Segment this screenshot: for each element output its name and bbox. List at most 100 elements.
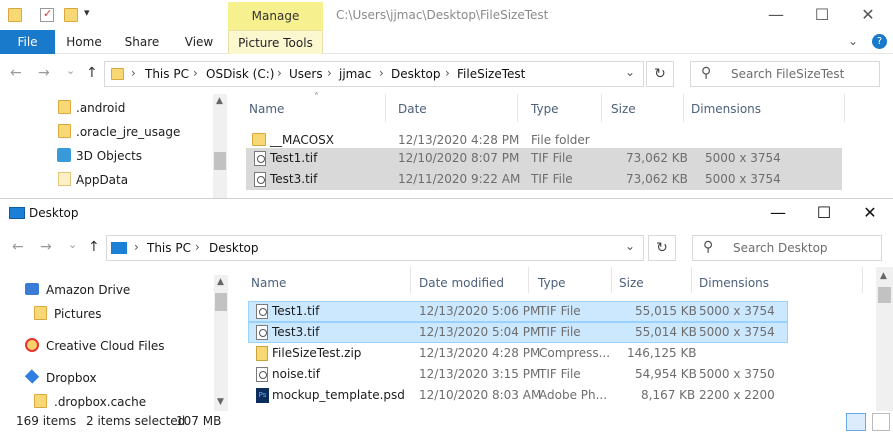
file-type: TIF File bbox=[539, 304, 581, 318]
tif-file-icon bbox=[256, 367, 268, 382]
tab-file[interactable]: File bbox=[0, 30, 55, 54]
column-divider[interactable] bbox=[611, 267, 612, 293]
new-folder-icon[interactable] bbox=[64, 8, 78, 22]
table-row-selected[interactable]: Test1.tif 12/10/2020 8:07 PM TIF File 73… bbox=[246, 148, 842, 169]
navigation-bar: ← → ⌄ ↑ › This PC › OSDisk (C:) › Users … bbox=[0, 56, 893, 92]
table-row-selected[interactable]: Test3.tif 12/11/2020 9:22 AM TIF File 73… bbox=[246, 169, 842, 190]
search-input[interactable]: ⚲ Search FileSizeTest bbox=[690, 61, 880, 87]
column-divider[interactable] bbox=[410, 267, 411, 293]
dropbox-icon bbox=[24, 369, 40, 384]
table-row[interactable]: noise.tif 12/13/2020 3:15 PM TIF File 54… bbox=[248, 364, 788, 385]
tab-share[interactable]: Share bbox=[118, 30, 166, 54]
column-header-dimensions[interactable]: Dimensions bbox=[691, 102, 761, 116]
breadcrumb-item[interactable]: Users bbox=[289, 67, 323, 81]
table-row-selected[interactable]: Test1.tif 12/13/2020 5:06 PM TIF File 55… bbox=[248, 301, 788, 322]
customize-quick-access-icon[interactable]: ▾ bbox=[84, 6, 90, 19]
nav-scrollbar[interactable]: ▲ bbox=[213, 94, 227, 198]
nav-item-pictures[interactable]: Pictures bbox=[54, 307, 102, 321]
maximize-button[interactable]: ☐ bbox=[799, 0, 845, 30]
recent-locations-icon[interactable]: ⌄ bbox=[68, 238, 77, 251]
scrollbar-thumb[interactable] bbox=[215, 293, 227, 311]
scroll-up-icon[interactable]: ▲ bbox=[216, 96, 223, 106]
chevron-down-icon[interactable]: ⌄ bbox=[625, 65, 635, 79]
desktop-icon bbox=[9, 207, 25, 219]
breadcrumb-item[interactable]: jjmac bbox=[339, 67, 371, 81]
column-header-size[interactable]: Size bbox=[619, 276, 644, 290]
column-header-size[interactable]: Size bbox=[611, 102, 636, 116]
recent-locations-icon[interactable]: ⌄ bbox=[66, 64, 75, 77]
up-icon[interactable]: ↑ bbox=[88, 239, 100, 255]
breadcrumb-item[interactable]: This PC bbox=[147, 241, 191, 255]
refresh-button[interactable]: ↻ bbox=[646, 61, 674, 87]
chevron-down-icon[interactable]: ⌄ bbox=[625, 239, 635, 253]
breadcrumb-item[interactable]: Desktop bbox=[391, 67, 441, 81]
large-icons-view-button[interactable] bbox=[872, 413, 890, 431]
forward-icon[interactable]: → bbox=[40, 239, 52, 255]
back-icon[interactable]: ← bbox=[10, 65, 22, 81]
column-header-name[interactable]: Name bbox=[251, 276, 286, 290]
scroll-up-icon[interactable]: ▲ bbox=[880, 271, 887, 281]
column-divider[interactable] bbox=[683, 94, 684, 122]
back-icon[interactable]: ← bbox=[12, 239, 24, 255]
refresh-button[interactable]: ↻ bbox=[648, 235, 676, 261]
address-bar[interactable]: › This PC › Desktop ⌄ bbox=[106, 235, 644, 261]
breadcrumb-item[interactable]: This PC bbox=[145, 67, 189, 81]
column-divider[interactable] bbox=[601, 94, 602, 122]
column-divider[interactable] bbox=[862, 267, 863, 293]
search-input[interactable]: ⚲ Search Desktop bbox=[692, 235, 882, 261]
table-row[interactable]: FileSizeTest.zip 12/13/2020 4:28 PM Comp… bbox=[248, 343, 788, 364]
tab-picture-tools[interactable]: Picture Tools bbox=[228, 30, 323, 54]
scroll-down-icon[interactable]: ▼ bbox=[217, 397, 224, 407]
column-header-name[interactable]: Name bbox=[249, 102, 284, 116]
file-dimensions: 5000 x 3750 bbox=[699, 367, 775, 381]
up-icon[interactable]: ↑ bbox=[86, 65, 98, 81]
nav-item-amazon-drive[interactable]: Amazon Drive bbox=[46, 283, 130, 297]
column-header-date-modified[interactable]: Date modified bbox=[419, 276, 504, 290]
column-divider[interactable] bbox=[517, 94, 518, 122]
nav-scrollbar[interactable]: ▲ ▼ bbox=[214, 275, 228, 411]
table-row-selected[interactable]: Test3.tif 12/13/2020 5:04 PM TIF File 55… bbox=[248, 322, 788, 343]
scroll-up-icon[interactable]: ▲ bbox=[217, 277, 224, 287]
nav-item-appdata[interactable]: AppData bbox=[76, 173, 128, 187]
column-header-type[interactable]: Type bbox=[531, 102, 559, 116]
scrollbar-thumb[interactable] bbox=[878, 287, 891, 303]
column-divider[interactable] bbox=[844, 94, 845, 122]
folder-icon bbox=[8, 8, 22, 22]
column-header-type[interactable]: Type bbox=[538, 276, 566, 290]
search-icon: ⚲ bbox=[703, 239, 714, 255]
help-icon[interactable]: ? bbox=[872, 34, 887, 49]
nav-item-dropbox[interactable]: Dropbox bbox=[46, 371, 97, 385]
minimize-button[interactable]: — bbox=[753, 0, 799, 30]
column-divider[interactable] bbox=[691, 267, 692, 293]
ribbon-tabs: File Home Share View Picture Tools ⌄ ? bbox=[0, 30, 893, 54]
breadcrumb-item[interactable]: OSDisk (C:) bbox=[206, 67, 274, 81]
nav-item-android[interactable]: .android bbox=[76, 101, 125, 115]
tab-view[interactable]: View bbox=[176, 30, 222, 54]
nav-item-oracle-jre-usage[interactable]: .oracle_jre_usage bbox=[76, 125, 180, 139]
column-header-dimensions[interactable]: Dimensions bbox=[699, 276, 769, 290]
details-view-button[interactable] bbox=[846, 413, 866, 431]
maximize-button[interactable]: ☐ bbox=[801, 198, 847, 228]
close-button[interactable]: ✕ bbox=[847, 198, 893, 228]
nav-item-3d-objects[interactable]: 3D Objects bbox=[76, 149, 142, 163]
address-bar[interactable]: › This PC › OSDisk (C:) › Users › jjmac … bbox=[104, 61, 644, 87]
column-divider[interactable] bbox=[528, 267, 529, 293]
tab-home[interactable]: Home bbox=[60, 30, 108, 54]
properties-icon[interactable]: ✓ bbox=[40, 7, 54, 22]
column-divider[interactable] bbox=[385, 94, 386, 122]
column-header-date[interactable]: Date bbox=[398, 102, 427, 116]
table-row[interactable]: Ps mockup_template.psd 12/10/2020 8:03 A… bbox=[248, 385, 788, 406]
close-button[interactable]: ✕ bbox=[845, 0, 891, 30]
forward-icon[interactable]: → bbox=[38, 65, 50, 81]
file-size: 54,954 KB bbox=[635, 367, 697, 381]
file-size: 146,125 KB bbox=[627, 346, 697, 360]
minimize-button[interactable]: — bbox=[755, 198, 801, 228]
breadcrumb-item[interactable]: Desktop bbox=[209, 241, 259, 255]
manage-contextual-tab[interactable]: Manage bbox=[228, 2, 323, 30]
nav-item-dropbox-cache[interactable]: .dropbox.cache bbox=[54, 395, 146, 409]
nav-item-creative-cloud-files[interactable]: Creative Cloud Files bbox=[46, 339, 165, 353]
file-list-scrollbar[interactable]: ▲ bbox=[876, 267, 893, 411]
expand-ribbon-icon[interactable]: ⌄ bbox=[848, 34, 858, 48]
scrollbar-thumb[interactable] bbox=[214, 152, 226, 170]
breadcrumb-item[interactable]: FileSizeTest bbox=[457, 67, 525, 81]
